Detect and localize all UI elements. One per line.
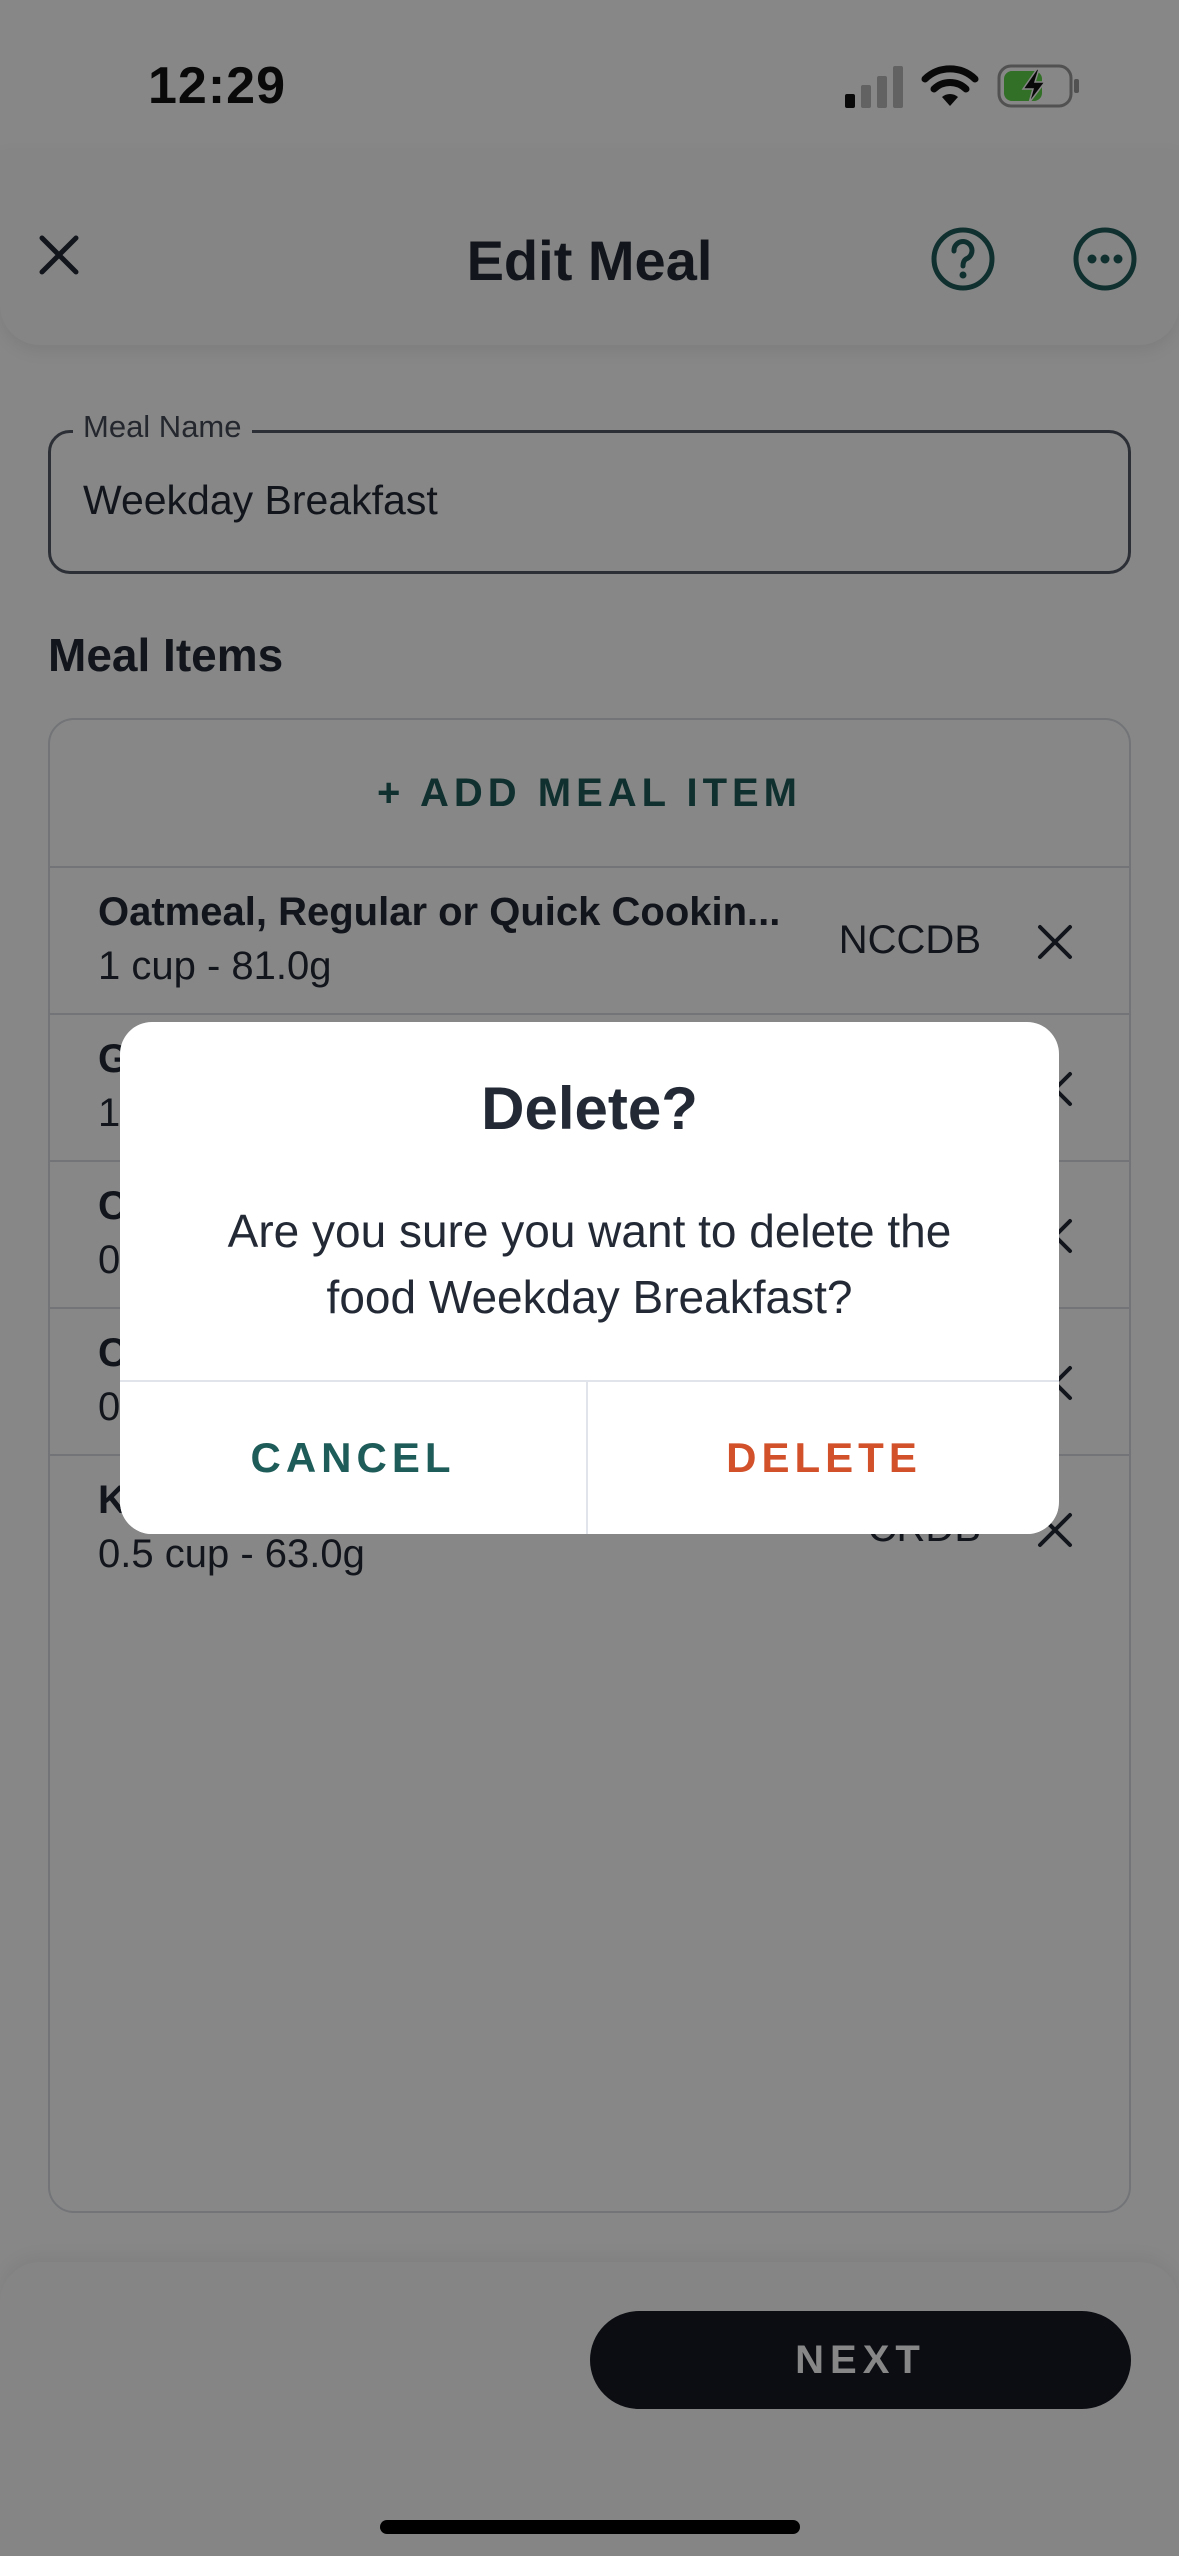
dialog-message: Are you sure you want to delete the food… — [227, 1205, 952, 1323]
dialog-title: Delete? — [481, 1075, 698, 1142]
cancel-button[interactable]: CANCEL — [120, 1382, 588, 1534]
delete-button[interactable]: DELETE — [590, 1382, 1058, 1534]
delete-confirm-dialog: Delete? Are you sure you want to delete … — [120, 1022, 1059, 1534]
